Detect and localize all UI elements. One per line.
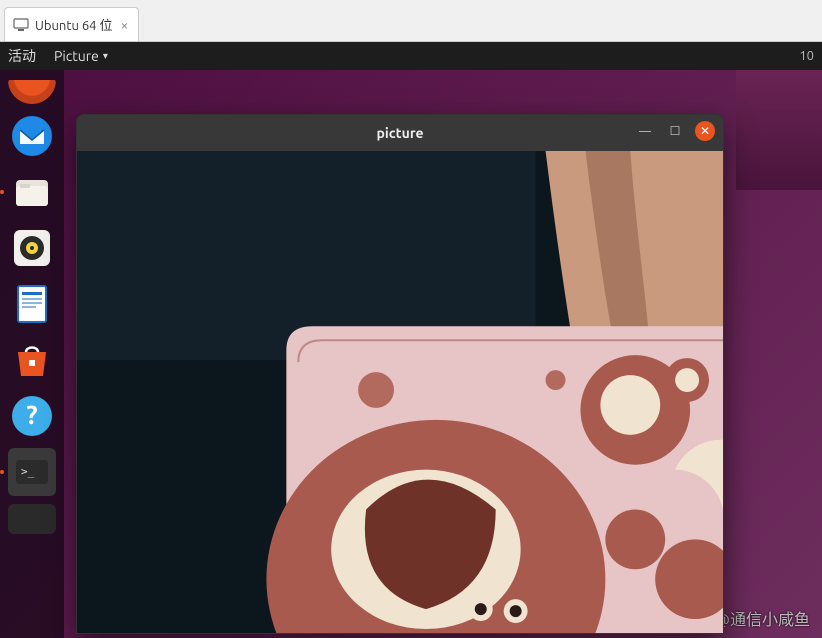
chevron-down-icon: ▾ bbox=[103, 50, 108, 62]
dock: ? >_ bbox=[0, 70, 64, 638]
dock-terminal[interactable]: >_ bbox=[8, 448, 56, 496]
maximize-button[interactable]: ☐ bbox=[665, 121, 685, 141]
monitor-icon bbox=[13, 17, 29, 33]
vm-tab-label: Ubuntu 64 位 bbox=[35, 15, 112, 34]
svg-text:?: ? bbox=[26, 400, 37, 429]
dock-files[interactable] bbox=[8, 168, 56, 216]
dock-app[interactable] bbox=[8, 504, 56, 534]
vm-tab-bar: Ubuntu 64 位 × bbox=[0, 0, 822, 42]
top-panel: 活动 Picture ▾ 10 bbox=[0, 42, 822, 70]
activities-button[interactable]: 活动 bbox=[8, 46, 36, 66]
app-menu[interactable]: Picture ▾ bbox=[54, 48, 108, 64]
close-icon[interactable]: × bbox=[118, 17, 130, 33]
vm-tab[interactable]: Ubuntu 64 位 × bbox=[4, 7, 139, 41]
window-title: picture bbox=[376, 125, 423, 141]
close-button[interactable]: ✕ bbox=[695, 121, 715, 141]
firefox-icon bbox=[8, 80, 56, 104]
ubuntu-desktop: 活动 Picture ▾ 10 bbox=[0, 42, 822, 638]
dock-firefox[interactable] bbox=[8, 76, 56, 104]
minimize-button[interactable]: — bbox=[635, 121, 655, 141]
camera-image bbox=[77, 151, 723, 633]
app-menu-label: Picture bbox=[54, 48, 99, 64]
terminal-icon: >_ bbox=[16, 460, 48, 484]
speaker-icon bbox=[10, 226, 54, 270]
running-dot bbox=[0, 470, 4, 474]
document-icon bbox=[10, 282, 54, 326]
dock-thunderbird[interactable] bbox=[8, 112, 56, 160]
dock-rhythmbox[interactable] bbox=[8, 224, 56, 272]
shopping-bag-icon bbox=[10, 338, 54, 382]
svg-text:>_: >_ bbox=[21, 465, 35, 478]
running-dot bbox=[0, 190, 4, 194]
help-icon: ? bbox=[10, 394, 54, 438]
dock-writer[interactable] bbox=[8, 280, 56, 328]
dock-software[interactable] bbox=[8, 336, 56, 384]
top-panel-right: 10 bbox=[799, 49, 814, 63]
folder-icon bbox=[10, 170, 54, 214]
window-titlebar[interactable]: picture — ☐ ✕ bbox=[77, 115, 723, 151]
desktop-accent bbox=[736, 70, 822, 190]
thunderbird-icon bbox=[10, 114, 54, 158]
picture-window: picture — ☐ ✕ bbox=[76, 114, 724, 634]
dock-help[interactable]: ? bbox=[8, 392, 56, 440]
picture-content bbox=[77, 151, 723, 633]
window-buttons: — ☐ ✕ bbox=[635, 121, 715, 141]
